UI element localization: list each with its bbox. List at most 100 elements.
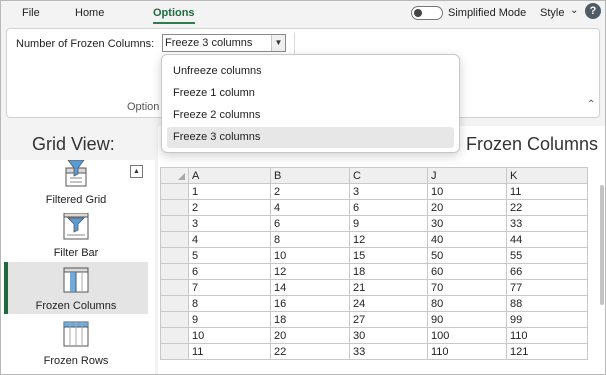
dropdown-option-freeze-1[interactable]: Freeze 1 column [167,83,454,104]
table-row[interactable]: 2 4 6 20 22 [160,199,588,216]
grid-cell[interactable]: 50 [427,247,507,264]
table-row[interactable]: 3 6 9 30 33 [160,215,588,232]
grid-cell[interactable]: 2 [270,183,350,200]
grid-corner-cell[interactable] [160,167,189,184]
row-header[interactable] [160,199,189,216]
grid-cell[interactable]: 24 [349,295,428,312]
grid-cell[interactable]: 10 [270,247,350,264]
grid-cell[interactable]: 55 [506,247,588,264]
table-row[interactable]: 4 8 12 40 44 [160,231,588,248]
grid-cell[interactable]: 8 [270,231,350,248]
grid-cell[interactable]: 2 [188,199,271,216]
tab-file[interactable]: File [22,7,40,19]
table-row[interactable]: 10 20 30 100 110 [160,327,588,344]
row-header[interactable] [160,231,189,248]
table-row[interactable]: 9 18 27 90 99 [160,311,588,328]
grid-cell[interactable]: 6 [349,199,428,216]
chevron-down-icon[interactable]: ⌄ [570,5,578,16]
vertical-scrollbar[interactable] [600,185,604,305]
grid-cell[interactable]: 18 [270,311,350,328]
row-header[interactable] [160,279,189,296]
grid-cell[interactable]: 60 [427,263,507,280]
grid-cell[interactable]: 21 [349,279,428,296]
grid-cell[interactable]: 3 [188,215,271,232]
grid-cell[interactable]: 4 [188,231,271,248]
grid-cell[interactable]: 33 [506,215,588,232]
grid-cell[interactable]: 7 [188,279,271,296]
sidebar-item-frozen-columns[interactable]: Frozen Columns [4,262,148,314]
grid-cell[interactable]: 110 [506,327,588,344]
grid-cell[interactable]: 121 [506,343,588,360]
grid-cell[interactable]: 20 [270,327,350,344]
grid-cell[interactable]: 70 [427,279,507,296]
sidebar-item-frozen-rows[interactable]: Frozen Rows [4,321,148,373]
grid-cell[interactable]: 30 [349,327,428,344]
table-row[interactable]: 6 12 18 60 66 [160,263,588,280]
grid-cell[interactable]: 4 [270,199,350,216]
grid-cell[interactable]: 1 [188,183,271,200]
grid-cell[interactable]: 5 [188,247,271,264]
tab-home[interactable]: Home [75,7,104,19]
dropdown-option-unfreeze[interactable]: Unfreeze columns [167,61,454,82]
table-row[interactable]: 5 10 15 50 55 [160,247,588,264]
grid-cell[interactable]: 77 [506,279,588,296]
grid-cell[interactable]: 40 [427,231,507,248]
grid-cell[interactable]: 66 [506,263,588,280]
sidebar-item-filtered-grid[interactable]: Filtered Grid [4,160,148,212]
table-row[interactable]: 1 2 3 10 11 [160,183,588,200]
row-header[interactable] [160,215,189,232]
grid-cell[interactable]: 6 [270,215,350,232]
grid-cell[interactable]: 12 [270,263,350,280]
simplified-mode-toggle[interactable] [411,6,443,20]
grid-cell[interactable]: 33 [349,343,428,360]
grid-cell[interactable]: 88 [506,295,588,312]
row-header[interactable] [160,263,189,280]
grid-cell[interactable]: 99 [506,311,588,328]
grid-cell[interactable]: 12 [349,231,428,248]
column-header[interactable]: C [349,167,428,184]
row-header[interactable] [160,343,189,360]
grid-cell[interactable]: 10 [188,327,271,344]
style-menu[interactable]: Style [540,7,564,19]
grid-cell[interactable]: 16 [270,295,350,312]
grid-cell[interactable]: 10 [427,183,507,200]
grid-cell[interactable]: 44 [506,231,588,248]
row-header[interactable] [160,295,189,312]
grid-cell[interactable]: 9 [349,215,428,232]
help-icon[interactable]: ? [585,3,601,19]
table-row[interactable]: 8 16 24 80 88 [160,295,588,312]
combo-dropdown-arrow-icon[interactable]: ▼ [271,35,285,51]
scroll-up-arrow-icon[interactable]: ▲ [130,165,143,178]
row-header[interactable] [160,311,189,328]
grid-cell[interactable]: 18 [349,263,428,280]
column-header[interactable]: A [188,167,271,184]
grid-cell[interactable]: 22 [506,199,588,216]
grid-cell[interactable]: 3 [349,183,428,200]
frozen-columns-grid[interactable]: A B C J K 1 2 3 10 11 2 4 6 20 22 3 6 9 30 33 4 8 12 40 44 5… [160,167,588,360]
grid-cell[interactable]: 11 [506,183,588,200]
grid-cell[interactable]: 90 [427,311,507,328]
column-header[interactable]: J [427,167,507,184]
frozen-columns-combo[interactable]: Freeze 3 columns ▼ [162,34,286,52]
grid-cell[interactable]: 9 [188,311,271,328]
grid-cell[interactable]: 20 [427,199,507,216]
grid-cell[interactable]: 22 [270,343,350,360]
grid-cell[interactable]: 15 [349,247,428,264]
dropdown-option-freeze-2[interactable]: Freeze 2 columns [167,105,454,126]
table-row[interactable]: 7 14 21 70 77 [160,279,588,296]
grid-cell[interactable]: 80 [427,295,507,312]
table-row[interactable]: 11 22 33 110 121 [160,343,588,360]
grid-cell[interactable]: 11 [188,343,271,360]
grid-cell[interactable]: 8 [188,295,271,312]
tab-options[interactable]: Options [153,7,195,24]
grid-cell[interactable]: 110 [427,343,507,360]
grid-cell[interactable]: 100 [427,327,507,344]
column-header[interactable]: B [270,167,350,184]
collapse-ribbon-icon[interactable]: ⌃ [587,99,595,110]
row-header[interactable] [160,247,189,264]
row-header[interactable] [160,327,189,344]
grid-cell[interactable]: 30 [427,215,507,232]
grid-cell[interactable]: 27 [349,311,428,328]
dropdown-option-freeze-3[interactable]: Freeze 3 columns [167,127,454,148]
column-header[interactable]: K [506,167,588,184]
